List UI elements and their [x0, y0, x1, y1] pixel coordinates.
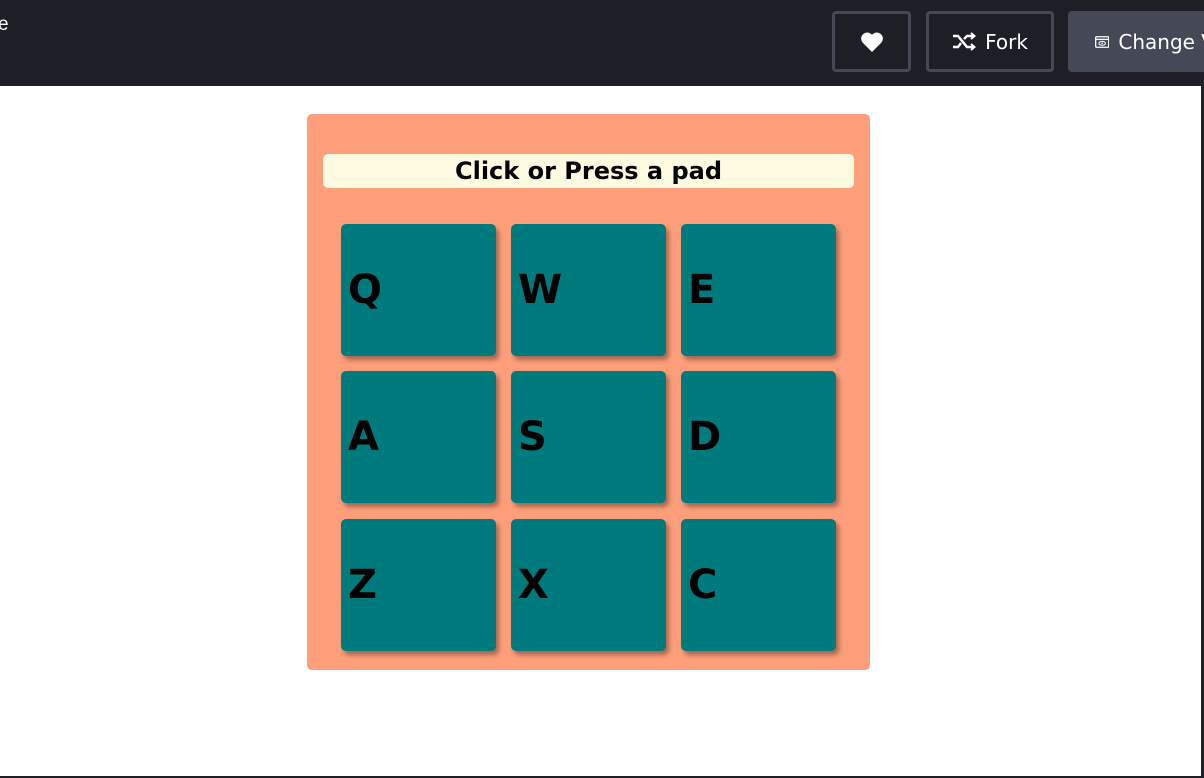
drum-pad-z[interactable]: Z	[341, 519, 496, 651]
drum-pad-s[interactable]: S	[511, 371, 666, 503]
preview-pane: Click or Press a pad Q W E A S D Z X C	[0, 86, 1201, 776]
top-toolbar: e Fork Change V	[0, 0, 1204, 86]
drum-pad-x[interactable]: X	[511, 519, 666, 651]
drum-pad-d[interactable]: D	[681, 371, 836, 503]
change-view-label: Change V	[1118, 29, 1204, 54]
drum-pad-a[interactable]: A	[341, 371, 496, 503]
drum-pad-e[interactable]: E	[681, 224, 836, 356]
heart-icon	[860, 32, 883, 52]
drum-pad-q[interactable]: Q	[341, 224, 496, 356]
pen-title[interactable]: e	[0, 14, 9, 36]
fork-button[interactable]: Fork	[926, 11, 1054, 72]
drum-machine: Click or Press a pad Q W E A S D Z X C	[307, 114, 870, 670]
view-icon	[1095, 35, 1110, 48]
fork-label: Fork	[985, 29, 1028, 54]
heart-button[interactable]	[832, 11, 911, 72]
drum-pad-c[interactable]: C	[681, 519, 836, 651]
change-view-button[interactable]: Change V	[1068, 11, 1204, 72]
display: Click or Press a pad	[323, 154, 854, 188]
fork-icon	[953, 31, 977, 51]
drum-pad-w[interactable]: W	[511, 224, 666, 356]
